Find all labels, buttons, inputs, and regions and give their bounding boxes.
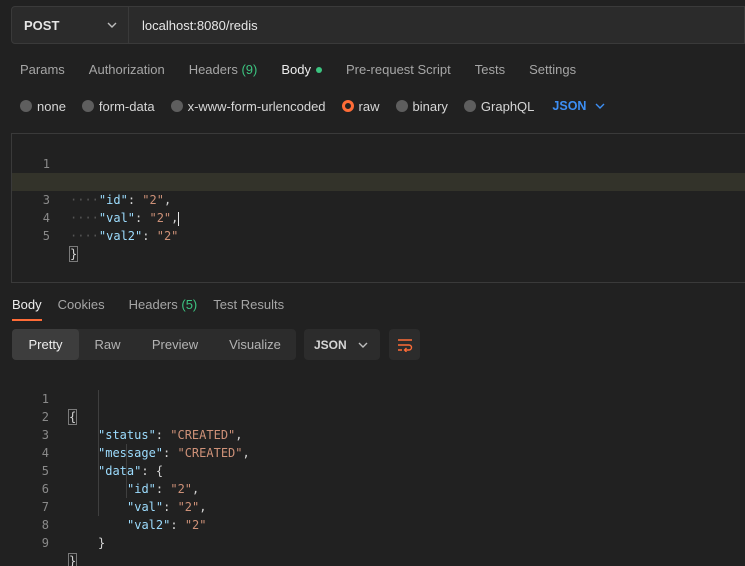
radio-label: GraphQL [480, 98, 535, 114]
view-pretty-button[interactable]: Pretty [12, 329, 79, 360]
method-label: POST [24, 17, 60, 33]
tab-label: Tests [474, 62, 506, 77]
code-text: } [67, 553, 78, 566]
radio-icon [20, 100, 32, 112]
radio-label: raw [358, 98, 380, 114]
status-dot-icon [315, 66, 322, 73]
code-line: 3 "message": "CREATED", [11, 408, 745, 460]
chevron-down-icon [107, 22, 117, 28]
radio-icon [463, 100, 476, 112]
radio-graphql[interactable]: GraphQL [463, 98, 535, 114]
view-preview-button[interactable]: Preview [136, 329, 214, 360]
code-line: 2 "status": "CREATED", [11, 390, 745, 442]
code-line: 5 "id": "2", [11, 444, 745, 496]
code-text: } [98, 536, 106, 550]
tab-body[interactable]: Body [269, 56, 334, 86]
tab-params[interactable]: Params [0, 56, 77, 86]
code-text: ····"val2": "2" [70, 229, 179, 243]
radio-icon [395, 100, 408, 112]
chevron-down-icon [595, 103, 605, 109]
wrap-lines-button[interactable] [389, 329, 420, 360]
code-text: } [68, 246, 79, 262]
body-format-select[interactable]: JSON [552, 99, 606, 113]
tab-pre-request-script[interactable]: Pre-request Script [334, 56, 463, 86]
line-number: 9 [41, 536, 49, 550]
tab-label: Test Results [213, 297, 285, 312]
body-type-options: none form-data x-www-form-urlencoded raw… [20, 96, 606, 116]
response-toolbar: Pretty Raw Preview Visualize JSON [12, 329, 420, 360]
view-raw-button[interactable]: Raw [79, 329, 136, 360]
code-line: 4 "data": { [11, 426, 745, 478]
tab-label: Settings [529, 62, 577, 77]
tab-response-body[interactable]: Body [0, 293, 54, 321]
code-line: 2 ····"id": "2", [12, 155, 745, 207]
response-format-select[interactable]: JSON [304, 329, 380, 360]
radio-form-data[interactable]: form-data [81, 98, 155, 114]
radio-icon [170, 100, 183, 112]
code-line: 1 { [11, 372, 745, 425]
code-line: 6 "val": "2", [11, 462, 745, 514]
tab-label: Body [12, 297, 42, 312]
radio-label: x-www-form-urlencoded [187, 98, 326, 114]
tab-label: Cookies [57, 297, 105, 312]
tab-settings[interactable]: Settings [517, 56, 588, 86]
line-number: 5 [42, 229, 50, 243]
code-line: 8 } [11, 498, 745, 550]
view-visualize-button[interactable]: Visualize [214, 329, 296, 360]
radio-urlencoded[interactable]: x-www-form-urlencoded [170, 98, 326, 114]
radio-label: binary [412, 98, 448, 114]
code-line: 7 "val2": "2" [11, 480, 745, 532]
tab-test-results[interactable]: Test Results [209, 293, 296, 321]
code-line: 1 { [12, 137, 745, 190]
code-line: 5 } [12, 209, 745, 262]
radio-selected-icon [341, 100, 354, 112]
tab-cookies[interactable]: Cookies [54, 293, 117, 321]
request-body-editor[interactable]: 1 { 2 ····"id": "2", 3 ····"val": "2", 4… [11, 133, 745, 283]
active-tab-indicator [12, 319, 42, 321]
tab-label: Pre-request Script [345, 62, 451, 77]
method-select[interactable]: POST [12, 7, 129, 43]
body-format-label: JSON [552, 99, 587, 113]
radio-none[interactable]: none [20, 99, 66, 114]
code-line-active: 3 ····"val": "2", [12, 173, 745, 226]
tab-label: Params [20, 62, 65, 77]
response-headers-count: (5) [181, 297, 198, 312]
chevron-down-icon [358, 342, 368, 348]
tab-label: Headers [128, 297, 178, 312]
view-mode-group: Pretty Raw Preview Visualize [12, 329, 296, 360]
radio-binary[interactable]: binary [395, 98, 448, 114]
radio-label: none [37, 98, 66, 114]
request-tabs: Params Authorization Headers (9) Body Pr… [0, 56, 588, 86]
radio-raw[interactable]: raw [341, 98, 380, 114]
url-input[interactable]: localhost:8080/redis [129, 7, 258, 43]
tab-authorization[interactable]: Authorization [77, 56, 177, 86]
wrap-lines-icon [397, 338, 412, 352]
tab-tests[interactable]: Tests [463, 56, 517, 86]
radio-label: form-data [98, 98, 155, 114]
tab-response-headers[interactable]: Headers (5) [117, 293, 210, 321]
response-format-label: JSON [314, 337, 347, 352]
tab-label: Body [281, 62, 311, 77]
tab-label: Authorization [88, 62, 165, 77]
tab-headers[interactable]: Headers (9) [177, 56, 270, 86]
tab-label: Headers [188, 62, 238, 77]
headers-count: (9) [241, 62, 258, 77]
radio-icon [81, 100, 94, 112]
code-line: 9 } [11, 516, 745, 566]
code-line: 4 ····"val2": "2" [12, 191, 745, 243]
url-bar: POST localhost:8080/redis [11, 6, 745, 44]
response-tabs: Body Cookies Headers (5) Test Results [0, 293, 296, 321]
response-body-viewer[interactable]: 1 { 2 "status": "CREATED", 3 "message": … [11, 370, 745, 566]
